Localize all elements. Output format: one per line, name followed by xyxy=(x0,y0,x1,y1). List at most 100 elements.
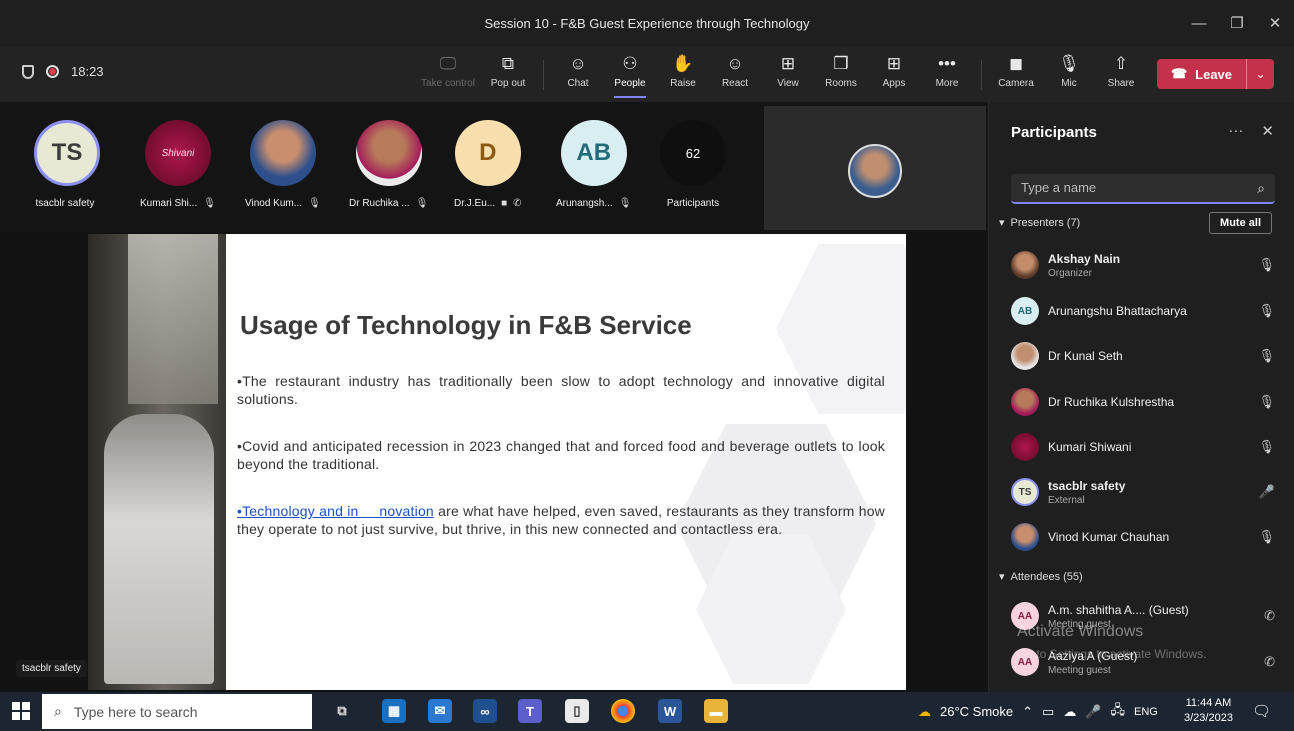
share-button[interactable]: ⇧ Share xyxy=(1095,52,1147,96)
rooms-button[interactable]: ❒ Rooms xyxy=(815,52,867,96)
mute-all-button[interactable]: Mute all xyxy=(1209,212,1272,234)
rooms-icon: ❒ xyxy=(833,54,849,73)
weather-icon[interactable]: ☁ xyxy=(918,704,931,720)
raise-hand-icon: ✋ xyxy=(672,54,694,73)
mic-button[interactable]: 🎙 Mic xyxy=(1043,52,1095,96)
participant-row[interactable]: Vinod Kumar Chauhan 🎙 xyxy=(1011,517,1275,557)
close-icon[interactable]: ✕ xyxy=(1256,0,1294,46)
pop-out-button[interactable]: ⧉ Pop out xyxy=(482,52,534,96)
store-icon[interactable]: ▦ xyxy=(382,699,406,723)
chevron-up-icon[interactable]: ⌃ xyxy=(1022,704,1033,720)
slide-bullet-1: •The restaurant industry has traditional… xyxy=(237,373,885,407)
chrome-icon[interactable] xyxy=(611,699,635,723)
webex-icon[interactable]: ∞ xyxy=(473,699,497,723)
mic-off-icon: 🎙 xyxy=(1058,54,1080,73)
activation-watermark-sub: Go to Settings to activate Windows. xyxy=(1017,647,1207,661)
activation-watermark: Activate Windows xyxy=(1017,623,1144,640)
share-icon: ⇧ xyxy=(1113,54,1129,73)
participant-row[interactable]: AB Arunangshu Bhattacharya 🎙 xyxy=(1011,291,1275,331)
search-icon: ⌕ xyxy=(54,703,62,719)
view-button[interactable]: ⊞ View xyxy=(762,52,814,96)
participant-tile[interactable]: Shivani Kumari Shi... 🎙 xyxy=(140,120,216,209)
participant-row[interactable]: Dr Ruchika Kulshrestha 🎙 xyxy=(1011,382,1275,422)
participants-panel: Participants ··· ✕ ⌕ ▾ Presenters (7) Mu… xyxy=(988,102,1294,692)
participant-tile[interactable]: AB Arunangsh... 🎙 xyxy=(556,120,631,209)
mic-icon[interactable]: 🎤 xyxy=(1085,704,1101,720)
document-icon[interactable]: ▯ xyxy=(565,699,589,723)
maximize-icon[interactable]: ❐ xyxy=(1218,0,1256,46)
more-options-icon[interactable]: ··· xyxy=(1228,122,1243,140)
network-icon[interactable]: 🖧 xyxy=(1111,701,1126,723)
weather-text[interactable]: 26°C Smoke xyxy=(940,704,1013,719)
participant-search[interactable]: ⌕ xyxy=(1011,174,1275,204)
teams-icon[interactable]: T xyxy=(518,699,542,723)
react-icon: ☺ xyxy=(726,54,744,73)
participant-row[interactable]: Akshay Nain Organizer 🎙 xyxy=(1011,245,1275,285)
mail-icon[interactable]: ✉ xyxy=(428,699,452,723)
slide-link[interactable]: •Technology and in novation xyxy=(237,503,434,519)
taskbar-search[interactable]: ⌕ Type here to search xyxy=(42,694,312,729)
phone-icon: ✆ xyxy=(1264,608,1275,623)
mic-off-icon: 🎙 xyxy=(1258,529,1275,544)
phone-icon: ✆ xyxy=(513,198,522,209)
avatar xyxy=(1011,251,1039,279)
taskbar-clock[interactable]: 11:44 AM 3/23/2023 xyxy=(1184,696,1233,726)
participant-tile[interactable]: TS tsacblr safety xyxy=(34,120,100,209)
participant-row[interactable]: Dr Kunal Seth 🎙 xyxy=(1011,336,1275,376)
mic-off-icon: 🎙 xyxy=(1258,348,1275,363)
minimize-icon[interactable]: — xyxy=(1180,0,1218,46)
slide-bullet-2: •Covid and anticipated recession in 2023… xyxy=(237,438,885,472)
slide-title: Usage of Technology in F&B Service xyxy=(240,310,692,340)
more-button[interactable]: ••• More xyxy=(921,52,973,96)
chevron-down-icon: ▾ xyxy=(999,571,1005,583)
participants-overflow-tile[interactable]: 62 Participants xyxy=(660,120,726,209)
leave-main[interactable]: ☎ Leave xyxy=(1157,66,1246,82)
people-button[interactable]: ⚇ People xyxy=(604,52,656,98)
avatar: AB xyxy=(560,120,627,186)
meeting-timer: 18:23 xyxy=(71,64,104,79)
participant-tile[interactable]: Vinod Kum... 🎙 xyxy=(245,120,321,209)
mic-off-icon: 🎙 xyxy=(415,198,429,209)
notification-icon[interactable]: 🗨 xyxy=(1252,702,1271,720)
self-video-tile[interactable] xyxy=(764,106,986,230)
take-control-icon: 🖵 xyxy=(439,54,457,73)
mic-off-icon: 🎙 xyxy=(618,198,632,209)
leave-button[interactable]: ☎ Leave ⌄ xyxy=(1157,59,1274,89)
chat-button[interactable]: ☺ Chat xyxy=(552,52,604,96)
search-icon[interactable]: ⌕ xyxy=(1257,180,1265,197)
camera-icon: ■ xyxy=(501,198,508,209)
task-view-icon[interactable]: ⧉ xyxy=(330,699,354,723)
avatar xyxy=(249,120,316,186)
presenter-name-label: tsacblr safety xyxy=(16,660,87,677)
attendees-section[interactable]: ▾ Attendees (55) xyxy=(999,570,1083,584)
avatar xyxy=(1011,388,1039,416)
mic-off-icon: 🎙 xyxy=(1258,394,1275,409)
meeting-toolbar: 18:23 🖵 Take control ⧉ Pop out ☺ Chat ⚇ … xyxy=(0,46,1294,102)
chevron-down-icon[interactable]: ⌄ xyxy=(1246,59,1274,89)
participant-row[interactable]: TS tsacblr safety External 🎤 xyxy=(1011,472,1275,512)
apps-button[interactable]: ⊞ Apps xyxy=(868,52,920,96)
participant-tile[interactable]: Dr Ruchika ... 🎙 xyxy=(349,120,428,209)
leave-label: Leave xyxy=(1195,66,1233,82)
window-controls: — ❐ ✕ xyxy=(1180,0,1294,46)
close-panel-icon[interactable]: ✕ xyxy=(1261,122,1274,140)
search-input[interactable] xyxy=(1021,180,1241,195)
camera-button[interactable]: ◼ Camera xyxy=(990,52,1042,96)
participant-tile[interactable]: D Dr.J.Eu... ■ ✆ xyxy=(454,120,522,209)
battery-icon[interactable]: ▭ xyxy=(1042,704,1054,720)
shield-icon xyxy=(22,64,34,79)
react-button[interactable]: ☺ React xyxy=(709,52,761,96)
avatar: Shivani xyxy=(144,120,211,186)
presenters-section[interactable]: ▾ Presenters (7) xyxy=(999,216,1080,230)
file-explorer-icon[interactable]: ▬ xyxy=(704,699,728,723)
take-control-button[interactable]: 🖵 Take control xyxy=(421,52,475,96)
onedrive-icon[interactable]: ☁ xyxy=(1063,704,1076,720)
word-icon[interactable]: W xyxy=(658,699,682,723)
windows-start-icon[interactable] xyxy=(12,702,30,720)
avatar: TS xyxy=(34,120,100,186)
avatar: AB xyxy=(1011,297,1039,325)
raise-hand-button[interactable]: ✋ Raise xyxy=(657,52,709,96)
participant-row[interactable]: Kumari Shiwani 🎙 xyxy=(1011,427,1275,467)
title-bar: Session 10 - F&B Guest Experience throug… xyxy=(0,0,1294,46)
language-indicator[interactable]: ENG xyxy=(1134,706,1158,718)
